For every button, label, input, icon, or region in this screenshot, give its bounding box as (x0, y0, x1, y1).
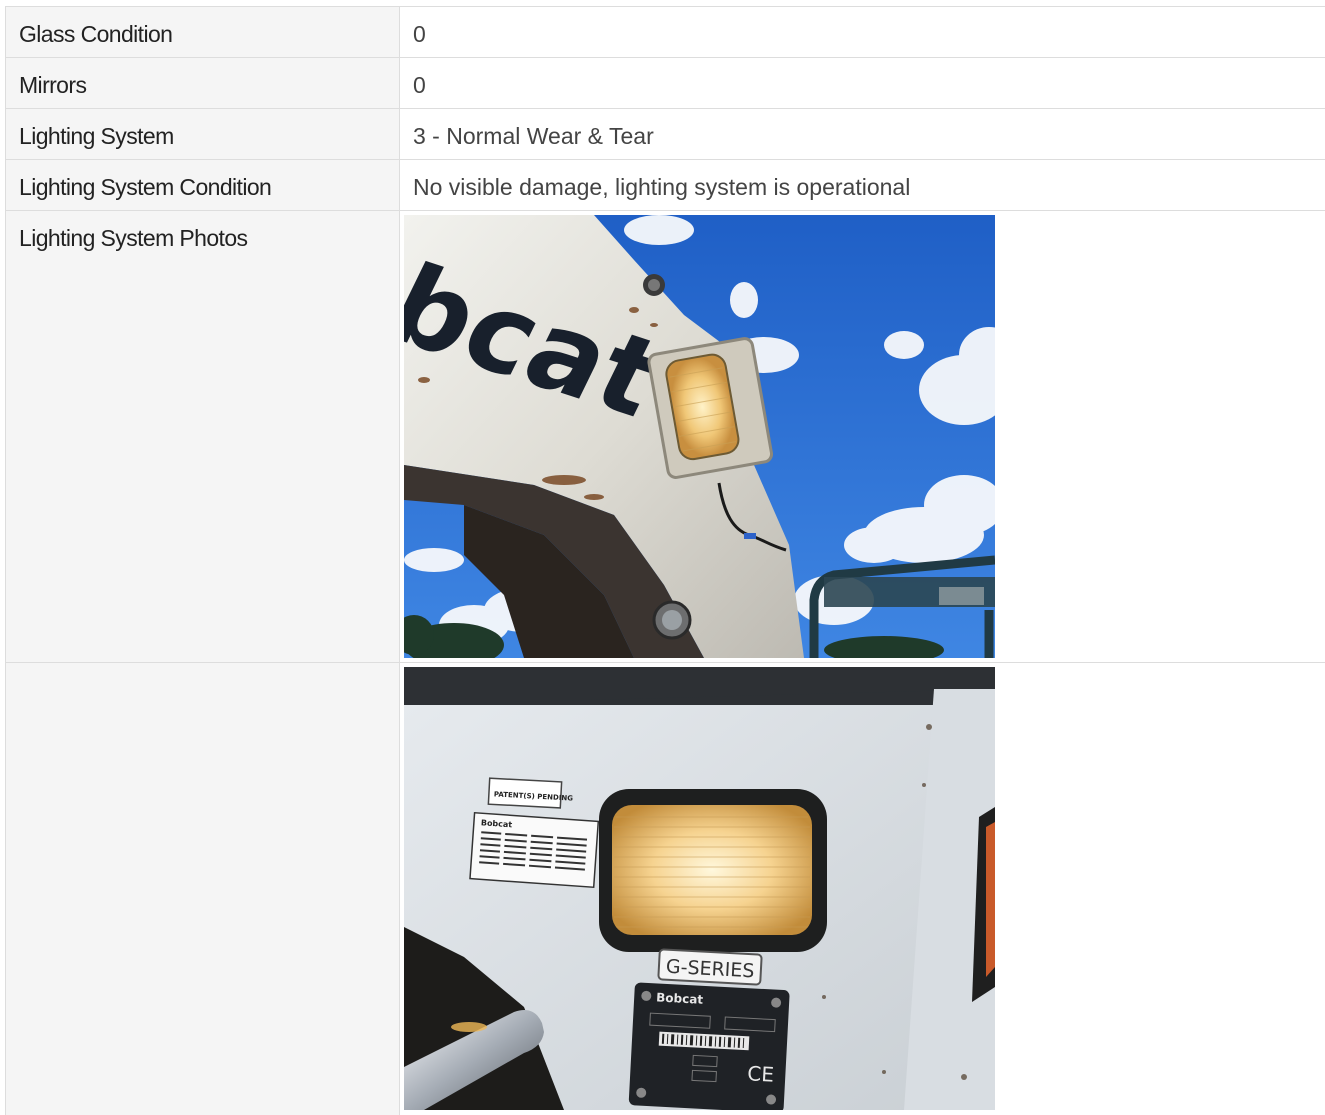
ce-mark: CE (747, 1061, 775, 1086)
table-row-photos: Lighting System Photos bcat (5, 211, 1325, 663)
lighting-photo-2[interactable]: PATENT(S) PENDING Bobcat G-SERIES Bobcat… (404, 667, 995, 1110)
photo-cell: bcat (400, 211, 1325, 662)
table-row: Mirrors 0 (5, 58, 1325, 109)
table-row-photos-continued: PATENT(S) PENDING Bobcat G-SERIES Bobcat… (5, 663, 1325, 1115)
row-label: Lighting System (5, 109, 400, 159)
row-label: Lighting System Condition (5, 160, 400, 210)
photo-cell: PATENT(S) PENDING Bobcat G-SERIES Bobcat… (400, 663, 1325, 1115)
row-label: Lighting System Photos (5, 211, 400, 662)
g-series-badge: G-SERIES (665, 956, 755, 983)
row-label: Glass Condition (5, 7, 400, 57)
row-label: Mirrors (5, 58, 400, 108)
lighting-photo-1[interactable]: bcat (404, 215, 995, 658)
table-row: Lighting System Condition No visible dam… (5, 160, 1325, 211)
condition-report-table: Glass Condition 0 Mirrors 0 Lighting Sys… (5, 6, 1325, 1115)
row-label-empty (5, 663, 400, 1115)
table-row: Glass Condition 0 (5, 7, 1325, 58)
table-row: Lighting System 3 - Normal Wear & Tear (5, 109, 1325, 160)
plate-brand-text: Bobcat (656, 990, 704, 1006)
